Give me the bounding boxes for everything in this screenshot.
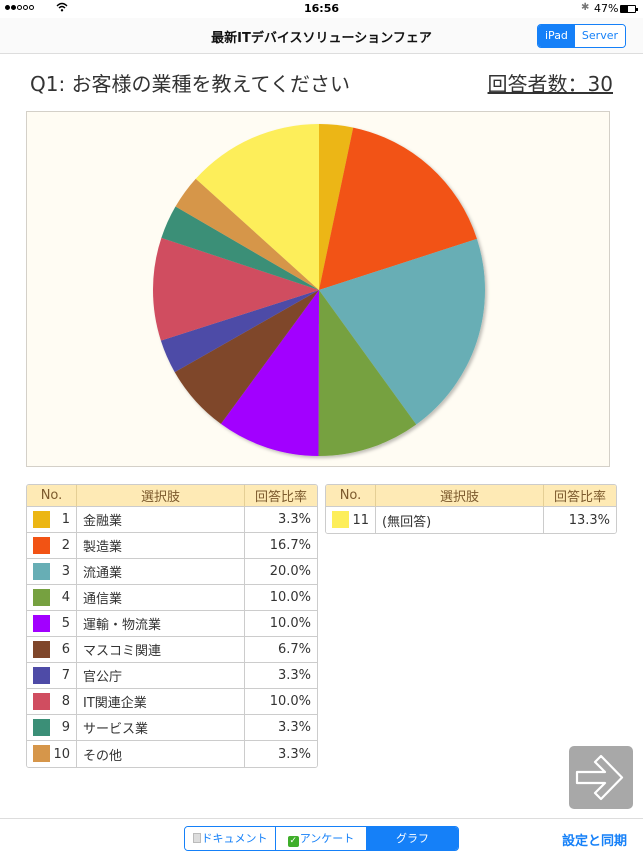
status-bar: 16:56 ✱ 47% — [0, 0, 643, 18]
row-number: 2 — [27, 533, 77, 559]
row-number: 5 — [27, 611, 77, 637]
header-choice: 選択肢 — [77, 485, 245, 507]
row-number: 10 — [27, 741, 77, 767]
row-ratio: 16.7% — [245, 533, 317, 559]
row-label: その他 — [77, 741, 245, 767]
pie-chart-panel — [26, 111, 610, 467]
legend-table-1: No. 選択肢 回答比率 1 金融業 3.3% 2 製造業 16.7% 3 流通業 20.0% 4… — [26, 484, 318, 768]
legend-row: 10 その他 3.3% — [27, 741, 317, 767]
color-swatch — [33, 511, 50, 528]
row-ratio: 10.0% — [245, 585, 317, 611]
legend-row: 2 製造業 16.7% — [27, 533, 317, 559]
checkbox-icon: ✓ — [287, 836, 299, 847]
battery-icon — [620, 5, 638, 13]
segment-server[interactable]: Server — [574, 25, 625, 47]
header-choice: 選択肢 — [376, 485, 544, 507]
row-label: 官公庁 — [77, 663, 245, 689]
legend-row: 11 (無回答) 13.3% — [326, 507, 616, 533]
row-ratio: 10.0% — [245, 611, 317, 637]
row-label: サービス業 — [77, 715, 245, 741]
bluetooth-icon: ✱ — [581, 2, 590, 13]
tab-survey[interactable]: ✓ アンケート — [276, 827, 367, 850]
row-number: 8 — [27, 689, 77, 715]
header-no: No. — [27, 485, 77, 507]
color-swatch — [33, 667, 50, 684]
row-label: 運輸・物流業 — [77, 611, 245, 637]
bottom-toolbar: ドキュメント ✓ アンケート グラフ 設定と同期 — [0, 818, 643, 857]
legend-row: 3 流通業 20.0% — [27, 559, 317, 585]
settings-sync-button[interactable]: 設定と同期 — [562, 830, 627, 849]
row-number: 11 — [326, 507, 376, 533]
document-icon — [192, 833, 201, 843]
segment-ipad[interactable]: iPad — [538, 25, 575, 47]
color-swatch — [33, 641, 50, 658]
row-label: 製造業 — [77, 533, 245, 559]
row-number: 9 — [27, 715, 77, 741]
row-ratio: 10.0% — [245, 689, 317, 715]
header-ratio: 回答比率 — [245, 485, 317, 507]
header-no: No. — [326, 485, 376, 507]
row-number: 6 — [27, 637, 77, 663]
color-swatch — [33, 537, 50, 554]
question-title: Q1: お客様の業種を教えてください — [30, 72, 350, 96]
row-label: 金融業 — [77, 507, 245, 533]
row-number: 4 — [27, 585, 77, 611]
row-number: 1 — [27, 507, 77, 533]
color-swatch — [33, 563, 50, 580]
row-label: 流通業 — [77, 559, 245, 585]
row-label: IT関連企業 — [77, 689, 245, 715]
color-swatch — [33, 745, 50, 762]
device-segmented-control: iPad Server — [537, 24, 626, 48]
row-ratio: 3.3% — [245, 663, 317, 689]
arrow-right-icon — [575, 754, 624, 801]
row-label: 通信業 — [77, 585, 245, 611]
legend-row: 6 マスコミ関連 6.7% — [27, 637, 317, 663]
row-label: (無回答) — [376, 507, 544, 533]
color-swatch — [33, 615, 50, 632]
legend-row: 9 サービス業 3.3% — [27, 715, 317, 741]
row-number: 7 — [27, 663, 77, 689]
legend-row: 1 金融業 3.3% — [27, 507, 317, 533]
navigation-bar: 最新ITデバイスソリューションフェア iPad Server — [0, 18, 643, 54]
tab-documents[interactable]: ドキュメント — [185, 827, 276, 850]
battery-percent: 47% — [594, 2, 619, 15]
color-swatch — [33, 693, 50, 710]
row-ratio: 3.3% — [245, 507, 317, 533]
row-ratio: 6.7% — [245, 637, 317, 663]
row-ratio: 13.3% — [544, 507, 616, 533]
legend-row: 4 通信業 10.0% — [27, 585, 317, 611]
legend-row: 5 運輸・物流業 10.0% — [27, 611, 317, 637]
legend-table-2: No. 選択肢 回答比率 11 (無回答) 13.3% — [325, 484, 617, 534]
tab-graph[interactable]: グラフ — [367, 827, 458, 850]
view-tabs: ドキュメント ✓ アンケート グラフ — [184, 826, 459, 851]
color-swatch — [33, 589, 50, 606]
row-ratio: 3.3% — [245, 715, 317, 741]
pie-chart — [153, 124, 485, 456]
header-ratio: 回答比率 — [544, 485, 616, 507]
color-swatch — [33, 719, 50, 736]
respondent-count[interactable]: 回答者数：30 — [488, 68, 613, 97]
row-ratio: 20.0% — [245, 559, 317, 585]
legend-row: 8 IT関連企業 10.0% — [27, 689, 317, 715]
legend-row: 7 官公庁 3.3% — [27, 663, 317, 689]
row-ratio: 3.3% — [245, 741, 317, 767]
next-button[interactable] — [569, 746, 633, 809]
row-number: 3 — [27, 559, 77, 585]
row-label: マスコミ関連 — [77, 637, 245, 663]
color-swatch — [332, 511, 349, 528]
status-time: 16:56 — [303, 2, 339, 15]
